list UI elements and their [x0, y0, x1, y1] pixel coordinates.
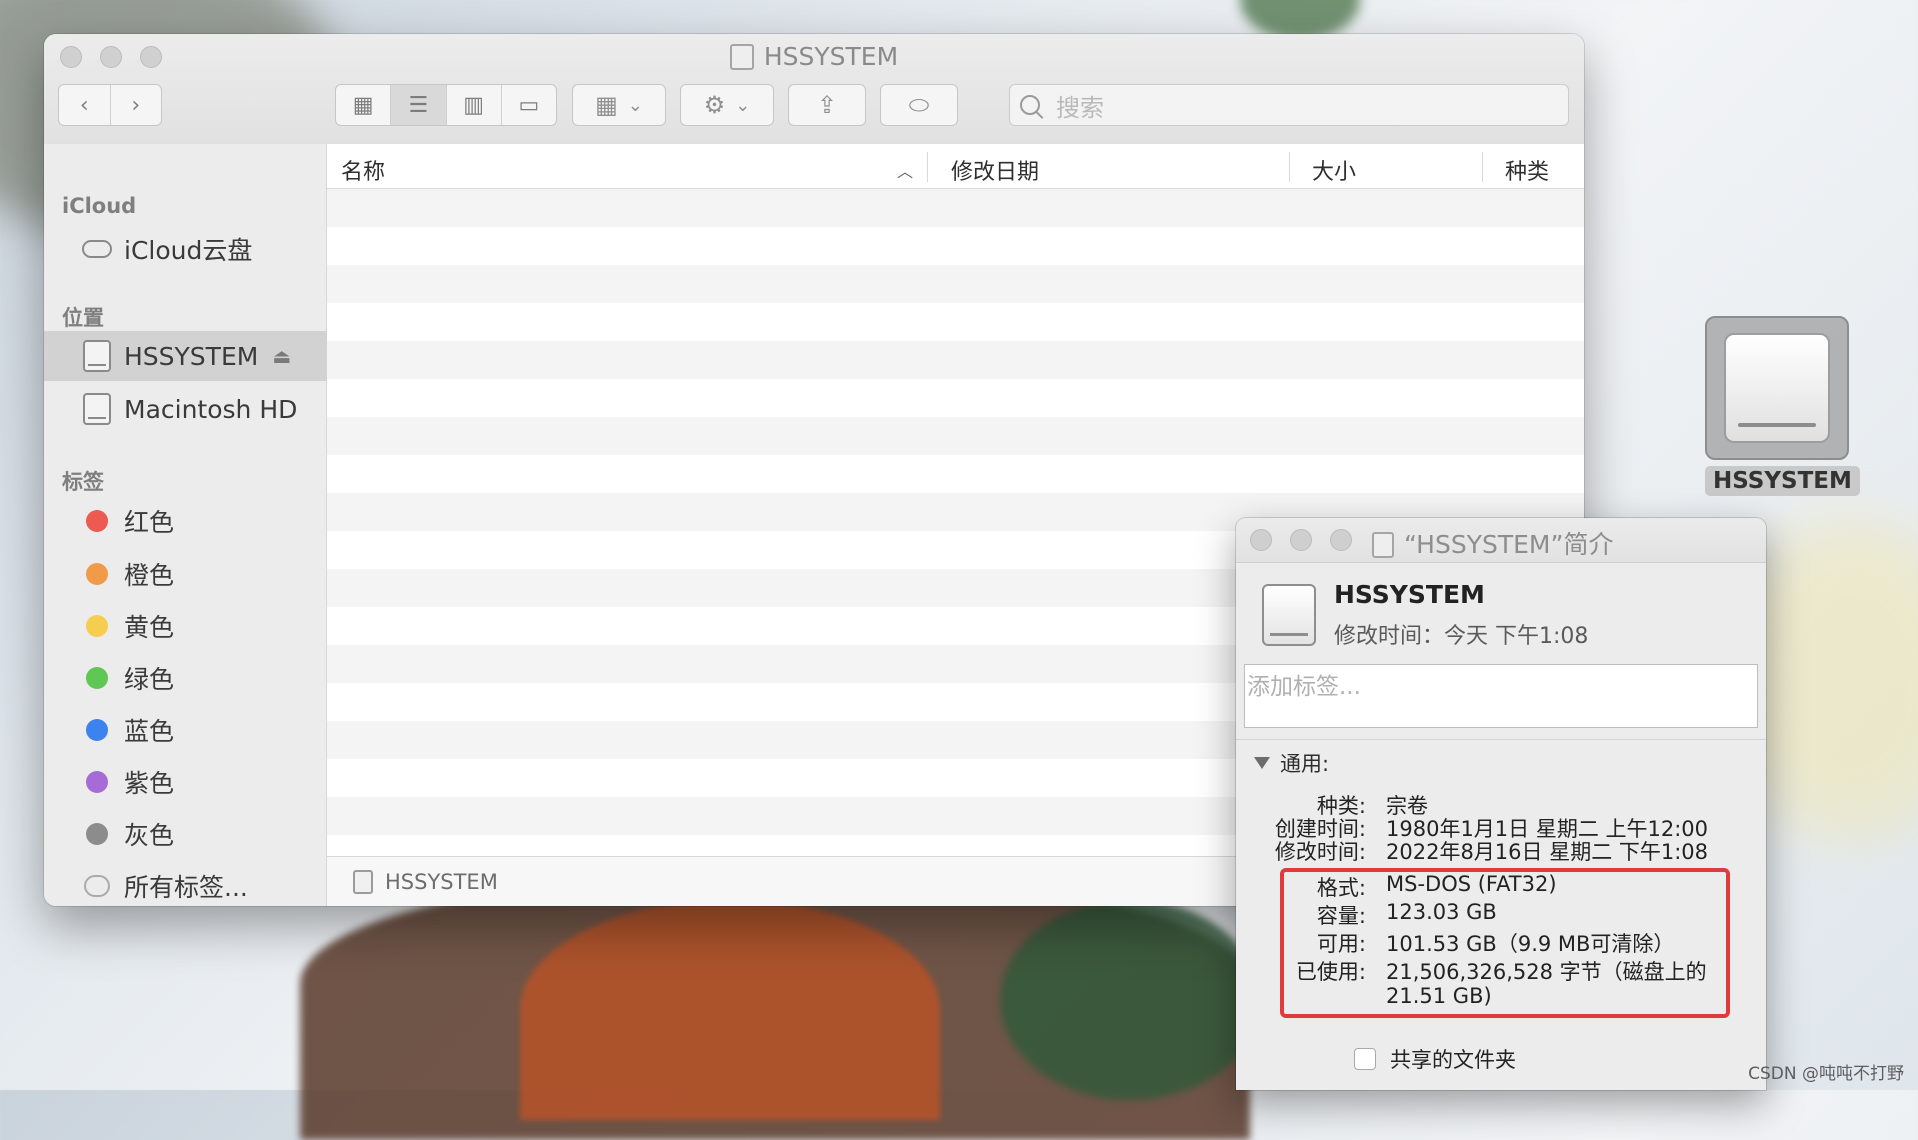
group-button[interactable]: ▦ ⌄	[572, 84, 666, 126]
sidebar-item-tag-red[interactable]: 红色	[44, 496, 327, 546]
finder-titlebar: HSSYSTEM ‹ › ▦ ☰ ▥ ▭ ▦ ⌄ ⚙ ⌄ ⇪ ⬭ 搜索	[44, 34, 1584, 145]
red-highlight-box	[1280, 868, 1730, 1018]
wallpaper-shape	[1000, 900, 1260, 1100]
desktop-drive-icon[interactable]: HSSYSTEM	[1705, 316, 1860, 496]
tag-dot-icon	[86, 667, 108, 689]
list-view-button[interactable]: ☰	[391, 85, 447, 125]
minimize-button[interactable]	[1290, 529, 1312, 551]
sidebar-item-hssystem[interactable]: HSSYSTEM ⏏	[44, 331, 327, 381]
column-header-kind[interactable]: 种类	[1505, 154, 1549, 186]
desktop-icon-label: HSSYSTEM	[1705, 466, 1860, 496]
icon-view-icon: ▦	[352, 92, 374, 118]
close-button[interactable]	[1250, 529, 1272, 551]
empty-row	[327, 265, 1584, 303]
column-view-icon: ▥	[463, 92, 485, 118]
get-info-window: “HSSYSTEM”简介 HSSYSTEM 修改时间：今天 下午1:08 添加标…	[1236, 518, 1766, 1090]
shared-folder-checkbox[interactable]: 共享的文件夹	[1354, 1044, 1516, 1074]
group-icon: ▦	[595, 91, 618, 119]
drive-icon-frame	[1705, 316, 1849, 460]
search-icon	[1020, 95, 1040, 115]
sidebar-item-icloud-drive[interactable]: iCloud云盘	[44, 224, 327, 274]
all-tags-icon	[84, 875, 110, 897]
column-header-name[interactable]: 名称	[341, 154, 385, 186]
section-divider	[1236, 739, 1766, 740]
tag-dot-icon	[86, 615, 108, 637]
sidebar-header-tags: 标签	[62, 470, 104, 494]
cloud-icon	[82, 240, 112, 258]
external-drive-icon	[1724, 333, 1830, 443]
sidebar-item-all-tags[interactable]: 所有标签...	[44, 861, 327, 906]
tag-dot-icon	[86, 510, 108, 532]
add-tags-input[interactable]: 添加标签...	[1244, 664, 1758, 728]
sidebar-item-tag-green[interactable]: 绿色	[44, 653, 327, 703]
empty-row	[327, 189, 1584, 227]
action-button[interactable]: ⚙ ⌄	[680, 84, 774, 126]
share-icon: ⇪	[816, 91, 838, 119]
sort-ascending-icon[interactable]: ︿	[897, 158, 913, 182]
external-drive-icon	[1262, 584, 1316, 646]
search-input[interactable]: 搜索	[1009, 84, 1569, 126]
general-section-toggle[interactable]: 通用:	[1254, 748, 1329, 778]
sidebar-header-locations: 位置	[62, 306, 104, 330]
column-header-row: 名称 ︿ 修改日期 大小 种类	[327, 144, 1584, 189]
disclosure-triangle-icon	[1254, 757, 1270, 769]
drive-icon	[729, 44, 754, 70]
sidebar-item-tag-blue[interactable]: 蓝色	[44, 705, 327, 755]
sidebar: iCloud iCloud云盘 位置 HSSYSTEM ⏏ Macintosh …	[44, 144, 327, 906]
info-row-modified: 修改时间: 2022年8月16日 星期二 下午1:08	[1274, 840, 1709, 864]
chevron-left-icon: ‹	[79, 92, 89, 118]
sidebar-item-tag-orange[interactable]: 橙色	[44, 549, 327, 599]
share-button[interactable]: ⇪	[788, 84, 866, 126]
volume-modified: 修改时间：今天 下午1:08	[1334, 624, 1589, 649]
tag-dot-icon	[86, 719, 108, 741]
window-title: HSSYSTEM	[44, 42, 1584, 71]
info-titlebar: “HSSYSTEM”简介	[1236, 518, 1766, 563]
gallery-view-icon: ▭	[518, 92, 540, 118]
list-view-icon: ☰	[408, 92, 429, 118]
tag-icon: ⬭	[908, 91, 930, 119]
tag-dot-icon	[86, 563, 108, 585]
chevron-down-icon: ⌄	[627, 94, 643, 116]
empty-row	[327, 417, 1584, 455]
volume-name: HSSYSTEM	[1334, 580, 1485, 609]
chevron-right-icon: ›	[131, 92, 141, 118]
gear-icon: ⚙	[703, 91, 726, 119]
column-header-size[interactable]: 大小	[1312, 154, 1356, 186]
nav-buttons: ‹ ›	[58, 84, 162, 126]
column-header-modified[interactable]: 修改日期	[951, 154, 1039, 186]
chevron-down-icon: ⌄	[735, 94, 751, 116]
drive-icon	[353, 869, 373, 894]
empty-row	[327, 341, 1584, 379]
view-mode-control: ▦ ☰ ▥ ▭	[335, 84, 557, 126]
gallery-view-button[interactable]: ▭	[502, 85, 556, 125]
icon-view-button[interactable]: ▦	[336, 85, 392, 125]
zoom-button[interactable]	[1330, 529, 1352, 551]
sidebar-header-icloud: iCloud	[62, 194, 137, 218]
watermark: CSDN @吨吨不打野	[1748, 1064, 1904, 1084]
external-drive-icon	[83, 340, 111, 372]
hard-disk-icon	[83, 393, 111, 425]
sidebar-item-tag-gray[interactable]: 灰色	[44, 809, 327, 859]
wallpaper-shape	[520, 900, 940, 1120]
tag-dot-icon	[86, 771, 108, 793]
forward-button[interactable]: ›	[111, 85, 162, 125]
info-window-title: “HSSYSTEM”简介	[1372, 525, 1613, 561]
column-view-button[interactable]: ▥	[447, 85, 502, 125]
sidebar-item-macintosh-hd[interactable]: Macintosh HD	[44, 384, 327, 434]
sidebar-item-tag-yellow[interactable]: 黄色	[44, 601, 327, 651]
tag-dot-icon	[86, 823, 108, 845]
back-button[interactable]: ‹	[59, 85, 111, 125]
eject-icon[interactable]: ⏏	[272, 344, 291, 368]
checkbox-icon[interactable]	[1354, 1048, 1376, 1070]
path-bar-item[interactable]: HSSYSTEM	[385, 870, 498, 894]
tag-button[interactable]: ⬭	[880, 84, 958, 126]
sidebar-item-tag-purple[interactable]: 紫色	[44, 757, 327, 807]
drive-icon	[1372, 532, 1394, 558]
